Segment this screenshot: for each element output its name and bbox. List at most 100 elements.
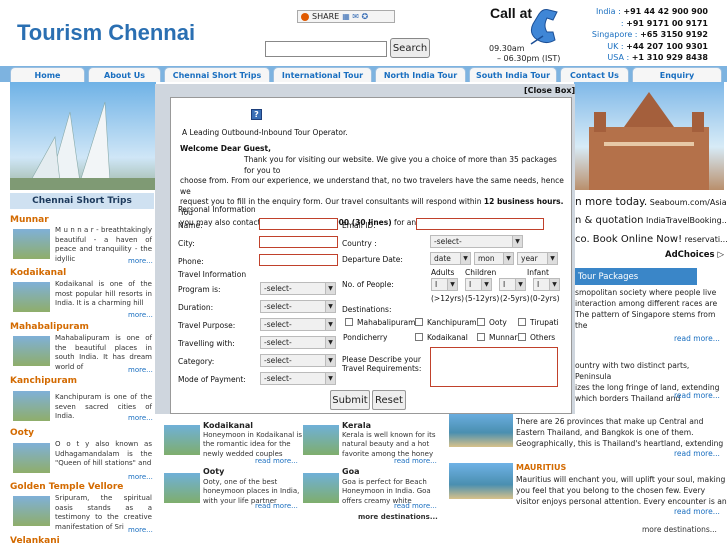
ad-line[interactable]: co. Book Online Now! reservati... — [575, 234, 727, 245]
more-destinations-link[interactable]: more destinations... — [358, 513, 438, 521]
tab-north-india-tour[interactable]: North India Tour — [375, 67, 466, 82]
read-more-link[interactable]: read more... — [394, 457, 437, 465]
honeymoon-title[interactable]: Kodaikanal — [203, 421, 253, 430]
phone-input[interactable] — [259, 254, 338, 266]
chevron-down-icon: ▼ — [547, 253, 557, 264]
program-label: Program is: — [178, 285, 221, 294]
search-input[interactable] — [265, 41, 387, 57]
contact-row: UK : +44 207 100 9301 — [607, 41, 708, 51]
sidebar-item-title[interactable]: Kodaikanal — [10, 268, 66, 278]
destination-checkbox[interactable] — [518, 333, 526, 341]
sidebar-more-link[interactable]: more... — [128, 473, 153, 481]
chevron-down-icon: ▼ — [325, 283, 335, 294]
phone-label: Phone: — [178, 257, 204, 266]
honeymoon-title[interactable]: Kerala — [342, 421, 371, 430]
sidebar-item-title[interactable]: Kanchipuram — [10, 376, 77, 386]
category-label: Category: — [178, 357, 215, 366]
city-input[interactable] — [259, 236, 338, 248]
payment-select[interactable]: -select- ▼ — [260, 372, 336, 385]
tab-about-us[interactable]: About Us — [88, 67, 161, 82]
month-select[interactable]: mon ▼ — [474, 252, 514, 265]
year-select[interactable]: year ▼ — [517, 252, 558, 265]
contact-row: India : +91 44 42 900 900 — [595, 7, 708, 16]
help-icon[interactable]: ? — [251, 109, 262, 120]
destination-checkbox[interactable] — [477, 318, 485, 326]
departure-label: Departure Date: — [342, 255, 403, 264]
duration-select[interactable]: -select- ▼ — [260, 300, 336, 313]
sidebar-more-link[interactable]: more... — [128, 366, 153, 374]
sidebar-more-link[interactable]: more... — [128, 414, 153, 422]
read-more-link[interactable]: read more... — [255, 457, 298, 465]
age-label: (>12yrs) — [431, 294, 465, 303]
country-label: Country : — [342, 239, 377, 248]
sidebar-thumbnail[interactable] — [13, 282, 50, 312]
hours-close: – 06.30pm (IST) — [497, 54, 561, 63]
chevron-down-icon: ▼ — [447, 279, 457, 290]
read-more-link[interactable]: read more... — [674, 449, 720, 458]
read-more-link[interactable]: read more... — [255, 502, 298, 510]
honeymoon-thumbnail[interactable] — [303, 473, 339, 503]
email-input[interactable] — [416, 218, 544, 230]
read-more-link[interactable]: read more... — [674, 334, 720, 343]
reset-button[interactable]: Reset — [372, 390, 406, 410]
children-select[interactable]: I ▼ — [465, 278, 492, 291]
ad-line[interactable]: n & quotation IndiaTravelBooking... — [575, 215, 727, 226]
read-more-link[interactable]: read more... — [674, 391, 720, 400]
sidebar-item-title[interactable]: Mahabalipuram — [10, 322, 89, 332]
destination-label: Pondicherry — [343, 333, 388, 342]
sidebar-more-link[interactable]: more... — [128, 526, 153, 534]
tab-international-tour[interactable]: International Tour — [273, 67, 372, 82]
honeymoon-thumbnail[interactable] — [303, 425, 339, 455]
search-button[interactable]: Search — [390, 38, 430, 58]
tab-contact-us[interactable]: Contact Us — [560, 67, 629, 82]
sidebar-thumbnail[interactable] — [13, 336, 50, 366]
sidebar-item-title[interactable]: Ooty — [10, 428, 34, 438]
category-select[interactable]: -select- ▼ — [260, 354, 336, 367]
tab-south-india-tour[interactable]: South India Tour — [469, 67, 557, 82]
program-select[interactable]: -select- ▼ — [260, 282, 336, 295]
sidebar-thumbnail[interactable] — [13, 496, 50, 526]
tab-enquiry[interactable]: Enquiry — [632, 67, 722, 82]
site-title[interactable]: Tourism Chennai — [17, 20, 195, 46]
infant-select[interactable]: I ▼ — [533, 278, 560, 291]
tab-chennai-short-trips[interactable]: Chennai Short Trips — [164, 67, 270, 82]
sidebar-thumbnail[interactable] — [13, 443, 50, 473]
sidebar-thumbnail[interactable] — [13, 391, 50, 421]
requirements-textarea[interactable] — [430, 347, 558, 387]
destination-checkbox[interactable] — [477, 333, 485, 341]
date-select[interactable]: date ▼ — [430, 252, 471, 265]
share-button[interactable]: SHARE ▦ ✉ ✪ — [297, 10, 395, 23]
honeymoon-thumbnail[interactable] — [164, 473, 200, 503]
purpose-select[interactable]: -select- ▼ — [260, 318, 336, 331]
adchoices-link[interactable]: AdChoices ▷ — [665, 250, 724, 260]
destination-checkbox[interactable] — [415, 318, 423, 326]
more-destinations-link[interactable]: more destinations... — [642, 525, 717, 534]
sidebar-item-title[interactable]: Golden Temple Vellore — [10, 482, 123, 492]
honeymoon-thumbnail[interactable] — [164, 425, 200, 455]
name-input[interactable] — [259, 218, 338, 230]
country-select[interactable]: -select- ▼ — [430, 235, 523, 248]
ad-line[interactable]: n more today. Seaboum.com/Asia — [575, 196, 727, 208]
close-box-button[interactable]: [Close Box] — [524, 86, 575, 95]
kids-select[interactable]: I ▼ — [499, 278, 526, 291]
destination-checkbox[interactable] — [345, 318, 353, 326]
sidebar-thumbnail[interactable] — [13, 229, 50, 259]
destination-checkbox[interactable] — [518, 318, 526, 326]
package-title[interactable]: MAURITIUS — [516, 463, 566, 472]
section-label: Personal Information — [178, 205, 256, 214]
submit-button[interactable]: Submit — [330, 390, 370, 410]
honeymoon-title[interactable]: Ooty — [203, 467, 224, 476]
travelling-select[interactable]: -select- ▼ — [260, 336, 336, 349]
sidebar-more-link[interactable]: more... — [128, 311, 153, 319]
sidebar-item-title[interactable]: Munnar — [10, 215, 49, 225]
destination-checkbox[interactable] — [415, 333, 423, 341]
package-thumbnail[interactable] — [449, 411, 513, 447]
package-thumbnail[interactable] — [449, 463, 513, 499]
sidebar-more-link[interactable]: more... — [128, 257, 153, 265]
adults-select[interactable]: I ▼ — [431, 278, 458, 291]
tab-home[interactable]: Home — [10, 67, 85, 82]
hours-open: 09.30am — [489, 44, 525, 53]
read-more-link[interactable]: read more... — [674, 507, 720, 516]
read-more-link[interactable]: read more... — [394, 502, 437, 510]
honeymoon-title[interactable]: Goa — [342, 467, 359, 476]
